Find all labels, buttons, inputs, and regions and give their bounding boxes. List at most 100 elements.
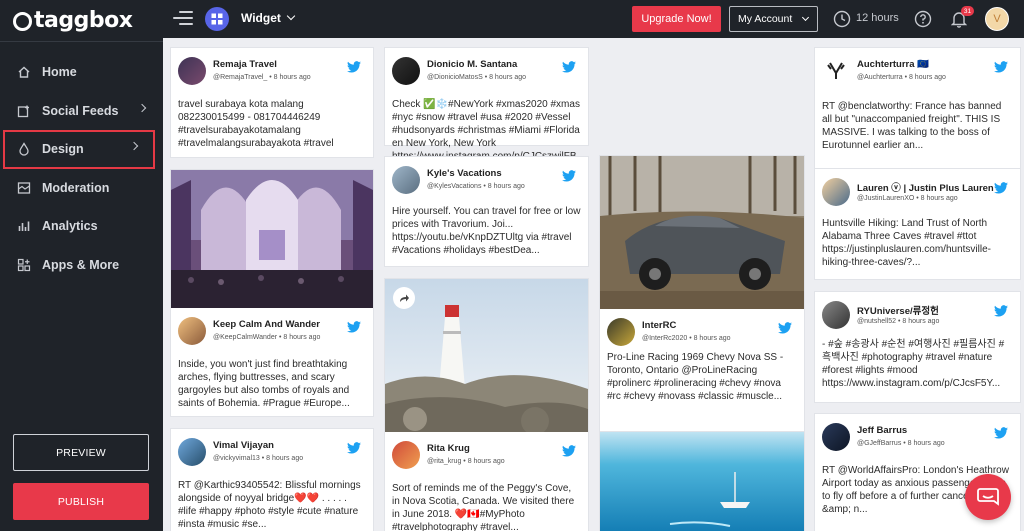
post-photo-sea[interactable]	[600, 432, 804, 531]
notification-badge: 31	[961, 6, 974, 16]
post-card[interactable]: RYUniverse/류정헌 @nutshell52 • 8 hours ago…	[814, 291, 1021, 403]
post-card[interactable]: Keep Calm And Wander @KeepCalmWander • 8…	[170, 169, 374, 417]
analytics-icon	[16, 218, 32, 234]
post-card[interactable]	[599, 431, 805, 531]
author-name: Remaja Travel	[213, 59, 277, 70]
logo-text: taggbox	[34, 7, 133, 33]
chevron-right-icon	[129, 141, 139, 151]
apps-icon	[16, 257, 32, 273]
author-handle: @GJeffBarrus • 8 hours ago	[857, 440, 945, 447]
upgrade-now-button[interactable]: Upgrade Now!	[632, 6, 721, 32]
moderation-icon	[16, 180, 32, 196]
post-text: RT @Karthic93405542: Blissful mornings a…	[178, 480, 361, 530]
twitter-icon	[562, 61, 576, 73]
widget-icon[interactable]	[205, 7, 229, 31]
widget-selector[interactable]: Widget	[241, 11, 281, 25]
post-card[interactable]: Vimal Vijayan @vickyvimal13 • 8 hours ag…	[170, 428, 374, 531]
sidebar-item-apps-more[interactable]: Apps & More	[0, 246, 163, 285]
my-account-dropdown[interactable]: My Account	[729, 6, 818, 32]
update-interval: 12 hours	[856, 12, 899, 24]
twitter-icon	[562, 170, 576, 182]
post-card[interactable]: Lauren ⓥ | Justin Plus Lauren @JustinLau…	[814, 168, 1021, 280]
avatar	[822, 178, 850, 206]
twitter-icon	[347, 442, 361, 454]
sidebar-item-label: Moderation	[42, 180, 110, 195]
post-card[interactable]: InterRC @InterRc2020 • 8 hours ago Pro-L…	[599, 155, 805, 453]
post-photo-lighthouse[interactable]	[385, 279, 588, 432]
avatar	[392, 166, 420, 194]
author-handle: @rita_krug • 8 hours ago	[427, 458, 505, 465]
post-text: Inside, you won't just find breathtaking…	[178, 359, 350, 409]
twitter-icon	[347, 61, 361, 73]
post-photo-cathedral[interactable]	[171, 170, 373, 308]
chevron-down-icon[interactable]	[286, 11, 296, 21]
sidebar-item-home[interactable]: Home	[0, 53, 163, 92]
post-text: - #숲 #송광사 #순천 #여행사진 #필름사진 #흑백사진 #photogr…	[822, 339, 1005, 389]
sidebar-item-analytics[interactable]: Analytics	[0, 207, 163, 246]
author-name: Kyle's Vacations	[427, 168, 502, 179]
post-text: RT @benclatworthy: France has banned all…	[822, 101, 1002, 151]
author-name: Keep Calm And Wander	[213, 319, 320, 330]
my-account-label: My Account	[738, 13, 793, 25]
publish-button[interactable]: PUBLISH	[13, 483, 149, 520]
avatar	[392, 441, 420, 469]
user-avatar[interactable]: V	[985, 7, 1009, 31]
author-handle: @nutshell52 • 8 hours ago	[857, 318, 940, 325]
twitter-icon	[562, 445, 576, 457]
logo-mark-icon	[13, 11, 32, 31]
twitter-icon	[994, 61, 1008, 73]
post-card[interactable]: Auchterturra 🇪🇺 @Auchterturra • 8 hours …	[814, 47, 1021, 173]
sidebar-item-design[interactable]: Design	[3, 130, 155, 169]
taggbox-logo[interactable]: taggbox	[13, 6, 133, 34]
sidebar-item-social-feeds[interactable]: Social Feeds	[0, 92, 163, 131]
top-bar: Widget Upgrade Now! My Account 12 hours …	[163, 0, 1024, 38]
post-text: travel surabaya kota malang 082230015499…	[178, 99, 334, 149]
author-handle: @JustinLaurenXO • 8 hours ago	[857, 195, 958, 202]
post-card[interactable]: Remaja Travel @RemajaTravel_ • 8 hours a…	[170, 47, 374, 158]
author-name: Lauren ⓥ | Justin Plus Lauren	[857, 183, 994, 194]
chat-launcher-button[interactable]	[965, 474, 1011, 520]
sidebar-item-label: Apps & More	[42, 257, 120, 272]
post-card[interactable]: Kyle's Vacations @KylesVacations • 8 hou…	[384, 156, 589, 267]
author-name: Vimal Vijayan	[213, 440, 274, 451]
post-text: Pro-Line Racing 1969 Chevy Nova SS - Tor…	[607, 352, 784, 402]
author-handle: @InterRc2020 • 8 hours ago	[642, 335, 731, 342]
author-name: RYUniverse/류정헌	[857, 306, 939, 317]
sidebar-item-label: Home	[42, 65, 77, 80]
author-handle: @RemajaTravel_ • 8 hours ago	[213, 74, 311, 81]
twitter-icon	[778, 322, 792, 334]
post-text: Huntsville Hiking: Land Trust of North A…	[822, 218, 991, 268]
avatar	[178, 438, 206, 466]
post-card[interactable]: Dionicio M. Santana @DionicioMatosS • 8 …	[384, 47, 589, 175]
author-name: Rita Krug	[427, 443, 470, 454]
author-handle: @DionicioMatosS • 8 hours ago	[427, 74, 527, 81]
sidebar-item-moderation[interactable]: Moderation	[0, 169, 163, 208]
author-name: Auchterturra 🇪🇺	[857, 59, 930, 70]
preview-button[interactable]: PREVIEW	[13, 434, 149, 471]
chat-icon	[977, 488, 999, 506]
share-icon[interactable]	[393, 287, 415, 309]
author-handle: @Auchterturra • 8 hours ago	[857, 74, 946, 81]
author-name: Dionicio M. Santana	[427, 59, 518, 70]
chevron-right-icon	[137, 103, 147, 112]
author-name: Jeff Barrus	[857, 425, 908, 436]
help-icon[interactable]	[914, 10, 932, 33]
avatar	[607, 318, 635, 346]
menu-toggle-icon[interactable]	[173, 11, 193, 25]
post-text: Hire yourself. You can travel for free o…	[392, 206, 581, 256]
social-wall-feed: Remaja Travel @RemajaTravel_ • 8 hours a…	[163, 38, 1024, 531]
sidebar-item-label: Design	[42, 142, 84, 157]
avatar	[178, 317, 206, 345]
post-card[interactable]: Rita Krug @rita_krug • 8 hours ago Sort …	[384, 278, 589, 531]
author-handle: @vickyvimal13 • 8 hours ago	[213, 455, 304, 462]
sidebar-nav: Home Social Feeds Design Moderation Anal…	[0, 53, 163, 284]
post-photo-rc-car[interactable]	[600, 156, 804, 309]
avatar	[822, 57, 850, 85]
twitter-icon	[994, 305, 1008, 317]
sidebar-divider	[0, 41, 163, 42]
twitter-icon	[994, 427, 1008, 439]
sidebar: taggbox Home Social Feeds Design Moderat…	[0, 0, 163, 531]
post-text: Sort of reminds me of the Peggy's Cove, …	[392, 483, 575, 531]
avatar	[178, 57, 206, 85]
avatar	[822, 423, 850, 451]
